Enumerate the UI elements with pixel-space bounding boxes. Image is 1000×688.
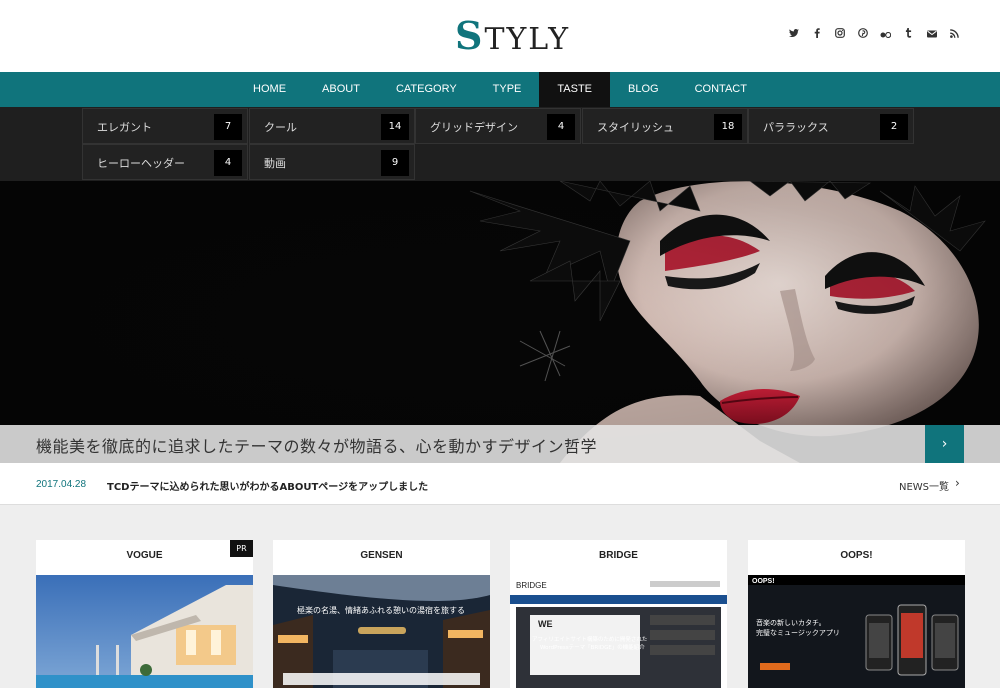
mail-icon[interactable] — [920, 28, 943, 44]
card-title: OOPS! — [840, 550, 873, 561]
bridge-we: WE — [538, 619, 553, 629]
nav-type[interactable]: TYPE — [475, 72, 540, 107]
theme-card-vogue[interactable]: VOGUE PR — [36, 540, 253, 688]
hero-slider — [0, 181, 1000, 463]
twitter-icon[interactable] — [782, 28, 805, 44]
dropdown-item-label: パララックス — [763, 121, 829, 134]
hero-image — [0, 181, 1000, 463]
facebook-icon[interactable] — [805, 28, 828, 44]
card-title: GENSEN — [360, 550, 403, 561]
dropdown-item-count: 14 — [381, 114, 409, 140]
global-nav: HOME ABOUT CATEGORY TYPE TASTE BLOG CONT… — [0, 72, 1000, 107]
nav-category[interactable]: CATEGORY — [378, 72, 475, 107]
pr-badge: PR — [230, 540, 253, 557]
dropdown-item-stylish[interactable]: スタイリッシュ 18 — [582, 108, 748, 144]
rss-icon[interactable] — [943, 28, 966, 44]
card-title: BRIDGE — [599, 550, 638, 561]
dropdown-item-count: 4 — [214, 150, 242, 176]
theme-card-bridge[interactable]: BRIDGE BRIDGE WE アフィリエイトサイト構築のために開発された W… — [510, 540, 727, 688]
card-thumbnail[interactable]: OOPS! 音楽の新しいカタチ。 完璧なミュージックアプリ — [748, 575, 965, 688]
bridge-copy: アフィリエイトサイト構築のために開発された — [532, 635, 647, 643]
nav-about[interactable]: ABOUT — [304, 72, 378, 107]
news-title-link[interactable]: TCDテーマに込められた思いがわかるABOUTページをアップしました — [107, 478, 428, 493]
dropdown-item-grid-design[interactable]: グリッドデザイン 4 — [415, 108, 581, 144]
logo-text: TYLY — [484, 22, 571, 57]
dropdown-item-hero-header[interactable]: ヒーローヘッダー 4 — [82, 144, 248, 180]
theme-card-oops[interactable]: OOPS! OOPS! 音楽の新しいカタチ。 完璧なミュージックアプリ — [748, 540, 965, 688]
dropdown-item-label: ヒーローヘッダー — [97, 157, 185, 170]
dropdown-item-count: 18 — [714, 114, 742, 140]
dropdown-item-label: 動画 — [264, 157, 286, 170]
nav-taste[interactable]: TASTE — [539, 72, 611, 107]
hero-caption[interactable]: 機能美を徹底的に追求したテーマの数々が物語る、心を動かすデザイン哲学 — [36, 433, 597, 457]
site-logo[interactable]: STYLY — [455, 16, 570, 60]
hero-next-button[interactable]: › — [925, 425, 964, 463]
nav-contact[interactable]: CONTACT — [677, 72, 765, 107]
logo-initial: S — [455, 13, 485, 58]
oops-logo: OOPS! — [752, 578, 775, 585]
taste-dropdown-menu: エレガント 7 クール 14 グリッドデザイン 4 スタイリッシュ 18 パララ… — [0, 107, 1000, 181]
card-thumbnail[interactable]: BRIDGE WE アフィリエイトサイト構築のために開発された WordPres… — [510, 575, 727, 688]
oops-copy: 音楽の新しいカタチ。 — [756, 618, 826, 627]
dropdown-item-elegant[interactable]: エレガント 7 — [82, 108, 248, 144]
bridge-logo: BRIDGE — [516, 581, 547, 590]
chevron-right-icon[interactable]: › — [955, 476, 960, 490]
news-archive-link[interactable]: NEWS一覧 — [899, 478, 949, 493]
nav-blog[interactable]: BLOG — [610, 72, 677, 107]
dropdown-item-cool[interactable]: クール 14 — [249, 108, 415, 144]
bridge-copy-2: WordPressテーマ「BRIDGE」の機能紹介 — [540, 643, 645, 651]
dropdown-item-parallax[interactable]: パララックス 2 — [748, 108, 914, 144]
flickr-icon[interactable] — [874, 28, 897, 44]
card-thumbnail[interactable] — [36, 575, 253, 688]
theme-card-gensen[interactable]: GENSEN 極楽の名湯、情緒あふれる憩いの湯宿を旅する — [273, 540, 490, 688]
dropdown-item-label: クール — [264, 121, 297, 134]
dropdown-item-label: エレガント — [97, 121, 152, 134]
nav-home[interactable]: HOME — [235, 72, 304, 107]
news-date: 2017.04.28 — [36, 479, 87, 490]
dropdown-item-label: グリッドデザイン — [430, 121, 518, 134]
dropdown-item-count: 2 — [880, 114, 908, 140]
tumblr-icon[interactable] — [897, 28, 920, 44]
dropdown-item-label: スタイリッシュ — [597, 121, 674, 134]
social-links — [782, 28, 966, 44]
oops-copy-2: 完璧なミュージックアプリ — [756, 628, 840, 637]
instagram-icon[interactable] — [828, 28, 851, 44]
gensen-headline: 極楽の名湯、情緒あふれる憩いの湯宿を旅する — [297, 605, 465, 615]
dropdown-item-count: 7 — [214, 114, 242, 140]
site-header: STYLY — [0, 0, 1000, 72]
card-title: VOGUE — [126, 550, 163, 561]
news-ticker: 2017.04.28 TCDテーマに込められた思いがわかるABOUTページをアッ… — [0, 463, 1000, 505]
dropdown-item-count: 4 — [547, 114, 575, 140]
pinterest-icon[interactable] — [851, 28, 874, 44]
dropdown-item-count: 9 — [381, 150, 409, 176]
dropdown-item-video[interactable]: 動画 9 — [249, 144, 415, 180]
card-thumbnail[interactable]: 極楽の名湯、情緒あふれる憩いの湯宿を旅する — [273, 575, 490, 688]
